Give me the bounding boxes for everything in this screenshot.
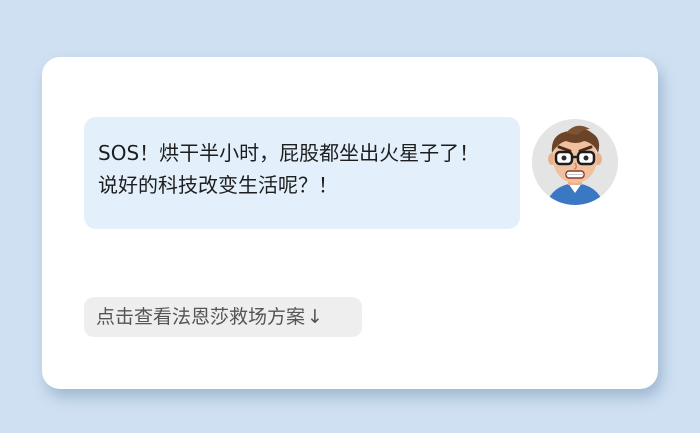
message-line-2: 说好的科技改变生活呢？！ xyxy=(98,173,338,197)
message-line-1: SOS！烘干半小时，屁股都坐出火星子了！ xyxy=(98,141,480,165)
view-rescue-plan-label: 点击查看法恩莎救场方案 xyxy=(96,306,306,328)
message-bubble: SOS！烘干半小时，屁股都坐出火星子了！ 说好的科技改变生活呢？！ xyxy=(84,117,520,229)
chat-card: SOS！烘干半小时，屁股都坐出火星子了！ 说好的科技改变生活呢？！ 点击查看法恩… xyxy=(42,57,658,389)
arrow-down-icon: ↓ xyxy=(307,306,323,328)
cartoon-man-glasses-avatar-icon xyxy=(532,119,618,205)
avatar xyxy=(532,119,618,205)
view-rescue-plan-button[interactable]: 点击查看法恩莎救场方案 ↓ xyxy=(84,297,362,337)
